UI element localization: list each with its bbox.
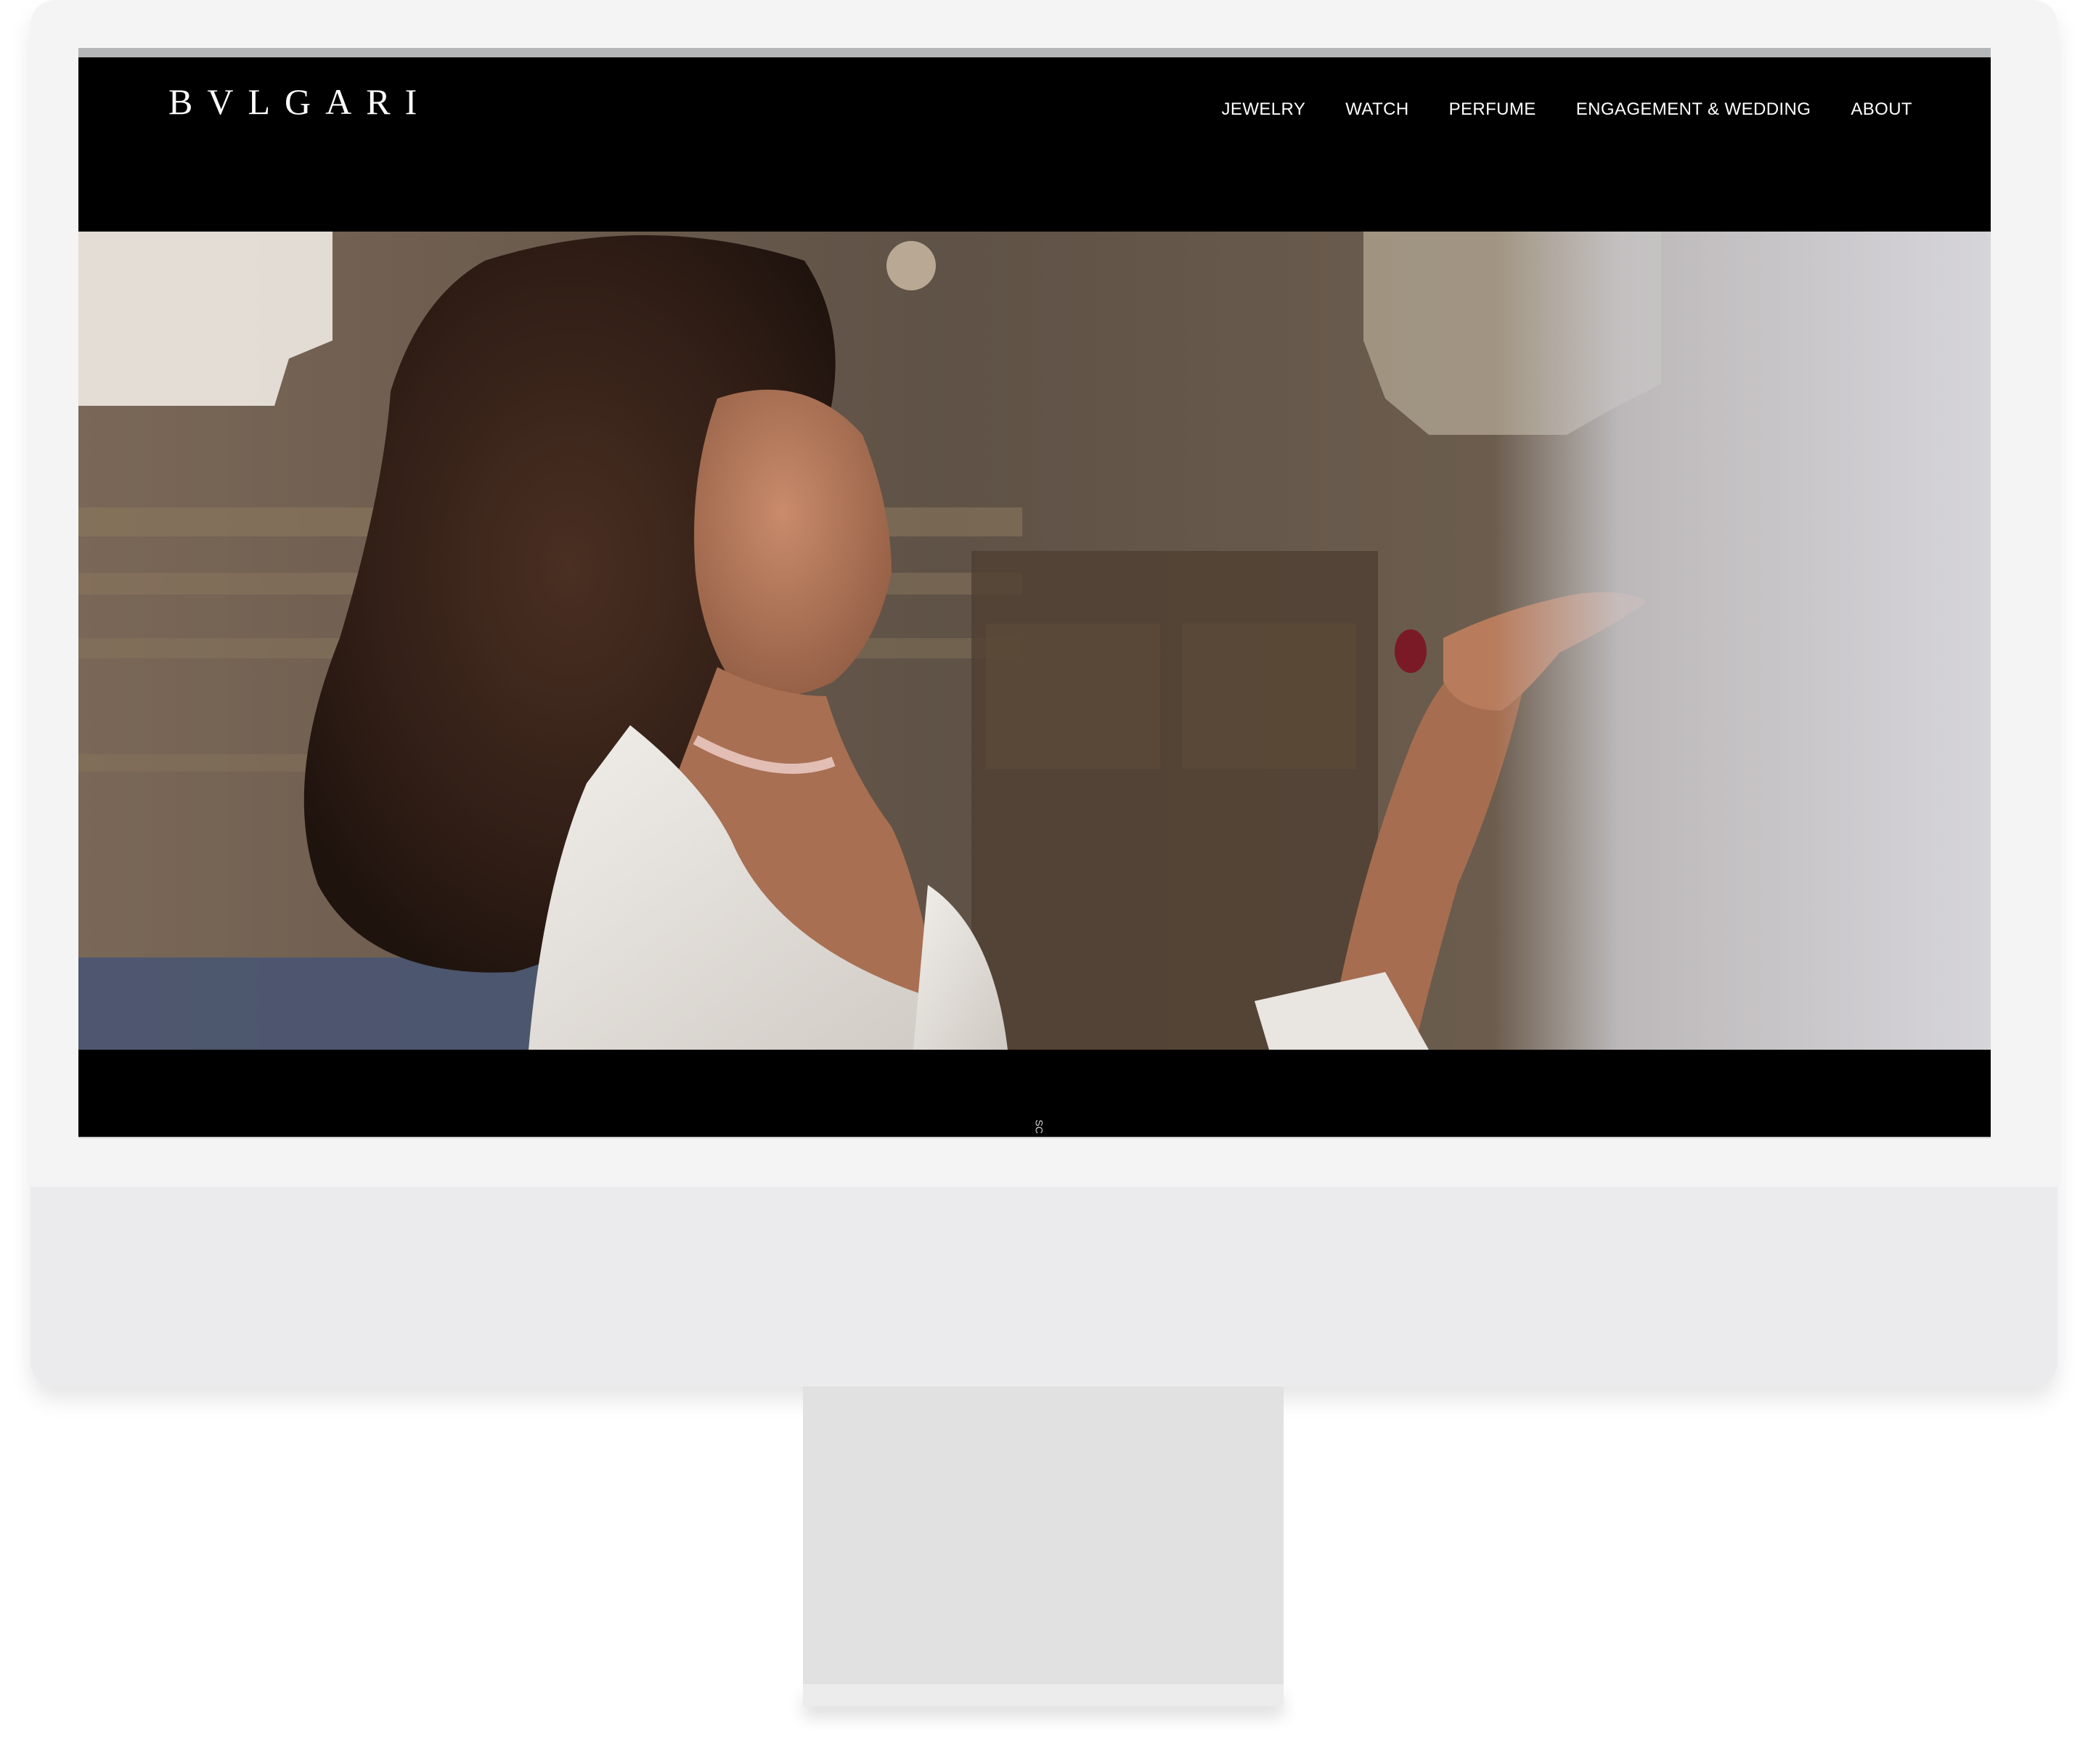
nav-item-perfume[interactable]: PERFUME	[1449, 99, 1536, 120]
screen-edge-line	[78, 1137, 1991, 1138]
brand-logo[interactable]: BVLGARI	[168, 81, 431, 123]
monitor-chin	[30, 1187, 2058, 1387]
browser-top-strip	[78, 48, 1991, 57]
monitor-stand-base	[803, 1684, 1284, 1706]
nav-item-about[interactable]: ABOUT	[1851, 99, 1912, 120]
site-header: BVLGARI JEWELRY WATCH PERFUME ENGAGEMENT…	[78, 57, 1991, 232]
main-nav: JEWELRY WATCH PERFUME ENGAGEMENT & WEDDI…	[1222, 99, 1912, 120]
hero-video-frame	[78, 232, 1991, 1050]
mockup-stage: BVLGARI JEWELRY WATCH PERFUME ENGAGEMENT…	[0, 0, 2088, 1764]
monitor-stand	[803, 1387, 1284, 1684]
nav-item-jewelry[interactable]: JEWELRY	[1222, 99, 1306, 120]
scroll-hint[interactable]: SC	[1034, 1119, 1045, 1133]
nav-item-engagement-wedding[interactable]: ENGAGEMENT & WEDDING	[1576, 99, 1811, 120]
hero-video[interactable]	[78, 232, 1991, 1050]
monitor-screen: BVLGARI JEWELRY WATCH PERFUME ENGAGEMENT…	[78, 48, 1991, 1137]
nav-item-watch[interactable]: WATCH	[1345, 99, 1408, 120]
